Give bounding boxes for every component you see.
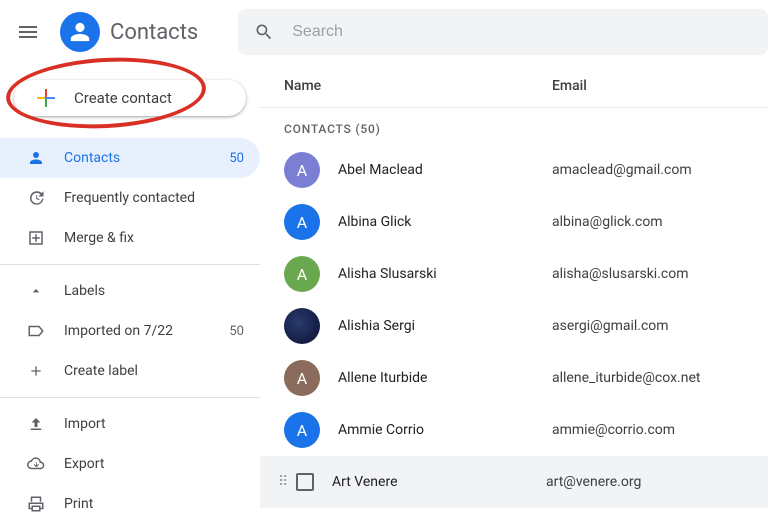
create-contact-label: Create contact	[74, 89, 172, 107]
sidebar-count: 50	[229, 151, 244, 166]
avatar: A	[284, 152, 320, 188]
sidebar-item-imported[interactable]: Imported on 7/22 50	[0, 311, 260, 351]
contact-email: art@venere.org	[546, 474, 641, 490]
avatar: A	[284, 360, 320, 396]
sidebar-item-merge[interactable]: Merge & fix	[0, 218, 260, 258]
contact-row[interactable]: A Abel Maclead amaclead@gmail.com	[260, 144, 768, 196]
main-menu-button[interactable]	[16, 20, 40, 44]
avatar: A	[284, 412, 320, 448]
column-email: Email	[552, 78, 768, 94]
contacts-logo-icon	[60, 12, 100, 52]
history-icon	[26, 189, 46, 207]
contact-row[interactable]: A Albina Glick albina@glick.com	[260, 196, 768, 248]
avatar: A	[284, 204, 320, 240]
contact-email: amaclead@gmail.com	[552, 162, 692, 178]
contact-row[interactable]: ⠿ Art Venere art@venere.org	[260, 456, 768, 508]
contact-name: Alishia Sergi	[338, 318, 552, 334]
contact-row[interactable]: Alishia Sergi asergi@gmail.com	[260, 300, 768, 352]
create-contact-button[interactable]: Create contact	[14, 80, 246, 116]
sidebar-item-frequent[interactable]: Frequently contacted	[0, 178, 260, 218]
avatar: A	[284, 256, 320, 292]
search-icon	[254, 22, 274, 42]
contact-row[interactable]: A Allene Iturbide allene_iturbide@cox.ne…	[260, 352, 768, 404]
contact-name: Allene Iturbide	[338, 370, 552, 386]
contact-name: Art Venere	[332, 474, 546, 490]
contact-name: Albina Glick	[338, 214, 552, 230]
chevron-up-icon	[26, 283, 46, 299]
avatar	[284, 308, 320, 344]
sidebar-label: Contacts	[64, 150, 229, 166]
divider	[0, 264, 260, 265]
sidebar-label: Frequently contacted	[64, 190, 244, 206]
contact-email: albina@glick.com	[552, 214, 663, 230]
person-icon	[26, 149, 46, 167]
sidebar-item-import[interactable]: Import	[0, 404, 260, 444]
label-icon	[26, 322, 46, 340]
app-title: Contacts	[110, 20, 198, 45]
search-bar[interactable]	[238, 9, 768, 55]
sidebar-item-print[interactable]: Print	[0, 484, 260, 524]
contact-row[interactable]: A Alisha Slusarski alisha@slusarski.com	[260, 248, 768, 300]
sidebar-label: Labels	[64, 283, 244, 299]
sidebar-label: Import	[64, 416, 244, 432]
plus-small-icon	[26, 363, 46, 379]
sidebar-item-export[interactable]: Export	[0, 444, 260, 484]
sidebar-label: Print	[64, 496, 244, 512]
search-input[interactable]	[290, 22, 752, 42]
contact-name: Abel Maclead	[338, 162, 552, 178]
select-checkbox[interactable]	[296, 473, 314, 491]
contact-email: alisha@slusarski.com	[552, 266, 689, 282]
contact-email: ammie@corrio.com	[552, 422, 675, 438]
brand: Contacts	[60, 12, 198, 52]
sidebar-label: Export	[64, 456, 244, 472]
list-header: Name Email	[260, 64, 768, 108]
sidebar-label: Create label	[64, 363, 244, 379]
drag-handle-icon[interactable]: ⠿	[278, 479, 288, 485]
plus-icon	[34, 86, 58, 110]
contact-email: allene_iturbide@cox.net	[552, 370, 700, 386]
sidebar-label: Merge & fix	[64, 230, 244, 246]
sidebar-count: 50	[229, 324, 244, 339]
contact-name: Alisha Slusarski	[338, 266, 552, 282]
merge-icon	[26, 229, 46, 247]
sidebar-item-contacts[interactable]: Contacts 50	[0, 138, 260, 178]
divider	[0, 397, 260, 398]
contact-row[interactable]: A Ammie Corrio ammie@corrio.com	[260, 404, 768, 456]
sidebar-item-create-label[interactable]: Create label	[0, 351, 260, 391]
cloud-download-icon	[26, 455, 46, 473]
sidebar-label: Imported on 7/22	[64, 323, 229, 339]
upload-icon	[26, 415, 46, 433]
contacts-section-title: CONTACTS (50)	[260, 108, 768, 144]
contact-name: Ammie Corrio	[338, 422, 552, 438]
print-icon	[26, 495, 46, 513]
contact-email: asergi@gmail.com	[552, 318, 669, 334]
column-name: Name	[284, 78, 552, 94]
sidebar-item-labels-header[interactable]: Labels	[0, 271, 260, 311]
